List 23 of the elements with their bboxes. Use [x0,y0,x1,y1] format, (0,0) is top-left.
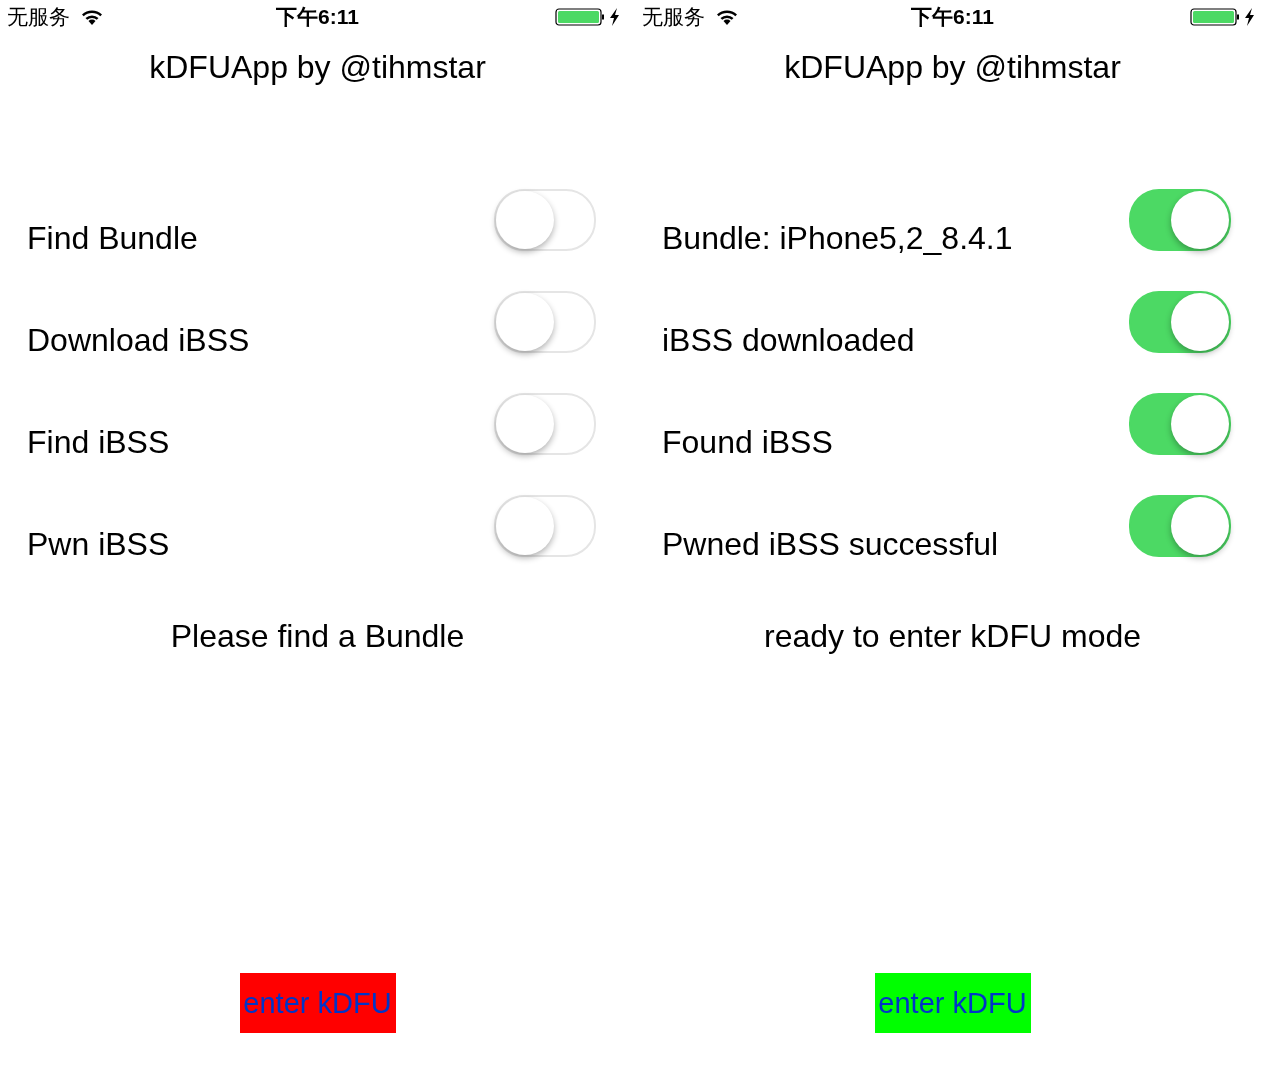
wifi-icon [80,8,104,26]
wifi-icon [715,8,739,26]
status-message: Please find a Bundle [169,617,466,656]
toggle-switch[interactable] [1129,495,1231,557]
step-label: Found iBSS [662,423,833,461]
step-label: Download iBSS [27,321,250,359]
toggle-switch[interactable] [1129,291,1231,353]
step-label: Find Bundle [27,219,198,257]
enter-kdfu-button[interactable]: enter kDFU [874,973,1031,1033]
app-title: kDFUApp by @tihmstar [783,48,1122,87]
toggle-switch[interactable] [1129,189,1231,251]
app-title: kDFUApp by @tihmstar [148,48,487,87]
step-label: Pwn iBSS [27,525,170,563]
carrier-name: 无服务 [7,4,70,30]
step-label: Bundle: iPhone5,2_8.4.1 [662,219,1013,257]
step-label: iBSS downloaded [662,321,915,359]
carrier-name: 无服务 [642,4,705,30]
status-time: 下午6:11 [276,4,359,30]
step-label: Pwned iBSS successful [662,525,999,563]
toggle-switch[interactable] [1129,393,1231,455]
status-message: ready to enter kDFU mode [762,617,1142,656]
step-label: Find iBSS [27,423,170,461]
status-time: 下午6:11 [911,4,994,30]
